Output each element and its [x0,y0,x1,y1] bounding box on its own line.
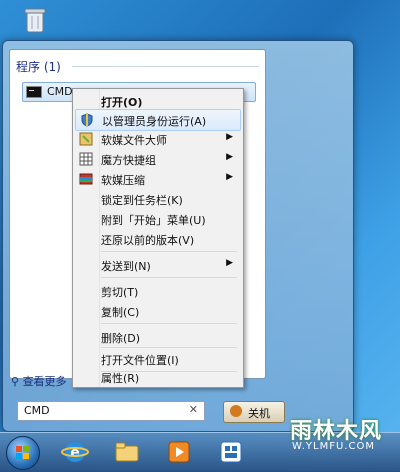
section-title: 程序 (1) [16,60,61,74]
search-input-value: CMD [24,404,50,417]
app-icon [220,441,242,463]
menu-item-restore-versions[interactable]: 还原以前的版本(V) [75,229,239,249]
menu-item-send-to[interactable]: 发送到(N) ▶ [75,255,239,275]
see-more-label: 查看更多 [22,375,67,388]
menu-item-label: 打开(O) [101,96,143,109]
taskbar-app-button[interactable] [212,437,250,467]
menu-separator [101,323,237,324]
see-more-results-link[interactable]: ⚲ 查看更多 [11,373,67,389]
recycle-bin-icon[interactable] [24,6,46,34]
menu-item-pin-taskbar[interactable]: 锁定到任务栏(K) [75,189,239,209]
menu-item-label: 属性(R) [101,372,140,385]
shield-icon [80,113,94,127]
menu-item-open-location[interactable]: 打开文件位置(I) [75,349,239,369]
menu-item-compress[interactable]: 软媒压缩 ▶ [75,169,239,189]
archive-icon [79,172,93,186]
search-icon: ⚲ [11,375,20,388]
taskbar-ie-button[interactable]: e [56,437,94,467]
menu-item-label: 发送到(N) [101,260,151,273]
result-label: CMD [47,85,73,98]
submenu-arrow-icon: ▶ [226,172,233,182]
menu-item-file-master[interactable]: 软媒文件大师 ▶ [75,129,239,149]
submenu-arrow-icon: ▶ [226,152,233,162]
menu-item-label: 打开文件位置(I) [101,354,179,367]
grid-icon [79,152,93,166]
menu-item-cut[interactable]: 剪切(T) [75,281,239,301]
menu-item-copy[interactable]: 复制(C) [75,301,239,321]
menu-item-label: 删除(D) [101,332,141,345]
lock-icon [230,405,242,417]
internet-explorer-icon: e [61,442,89,462]
menu-item-run-as-admin[interactable]: 以管理员身份运行(A) [75,109,241,131]
menu-item-label: 还原以前的版本(V) [101,234,195,247]
file-master-icon [79,132,93,146]
menu-item-label: 魔方快捷组 [101,154,156,167]
menu-item-delete[interactable]: 删除(D) [75,327,239,347]
media-player-icon [168,441,190,463]
cmd-icon [26,86,42,98]
start-button[interactable] [6,436,40,470]
search-input[interactable]: CMD ✕ [17,401,205,421]
submenu-arrow-icon: ▶ [226,258,233,268]
context-menu: 打开(O) 以管理员身份运行(A) 软媒文件大师 ▶ 魔方快捷组 ▶ 软媒压缩 … [72,88,244,388]
menu-separator [101,251,237,252]
watermark-url: W.YLMFU.COM [292,441,375,452]
folder-icon [115,442,139,462]
submenu-arrow-icon: ▶ [226,132,233,142]
taskbar-media-button[interactable] [160,437,198,467]
menu-item-label: 剪切(T) [101,286,139,299]
menu-item-label: 附到「开始」菜单(U) [101,214,206,227]
taskbar-explorer-button[interactable] [108,437,146,467]
menu-item-label: 复制(C) [101,306,140,319]
menu-separator [101,277,237,278]
menu-item-properties[interactable]: 属性(R) [75,367,239,387]
menu-item-label: 锁定到任务栏(K) [101,194,183,207]
shutdown-label: 关机 [248,407,270,420]
menu-item-label: 软媒文件大师 [101,134,167,147]
menu-item-quick-group[interactable]: 魔方快捷组 ▶ [75,149,239,169]
menu-item-label: 以管理员身份运行(A) [102,115,207,128]
divider [72,66,259,67]
menu-item-open[interactable]: 打开(O) [75,91,239,111]
clear-search-icon[interactable]: ✕ [189,403,198,416]
menu-separator [101,347,237,348]
shutdown-button[interactable]: 关机 [223,401,285,423]
menu-item-pin-start[interactable]: 附到「开始」菜单(U) [75,209,239,229]
watermark-logo: 雨林木风 W.YLMFU.COM [284,407,394,463]
menu-item-label: 软媒压缩 [101,174,145,187]
windows-logo-icon [16,446,29,459]
